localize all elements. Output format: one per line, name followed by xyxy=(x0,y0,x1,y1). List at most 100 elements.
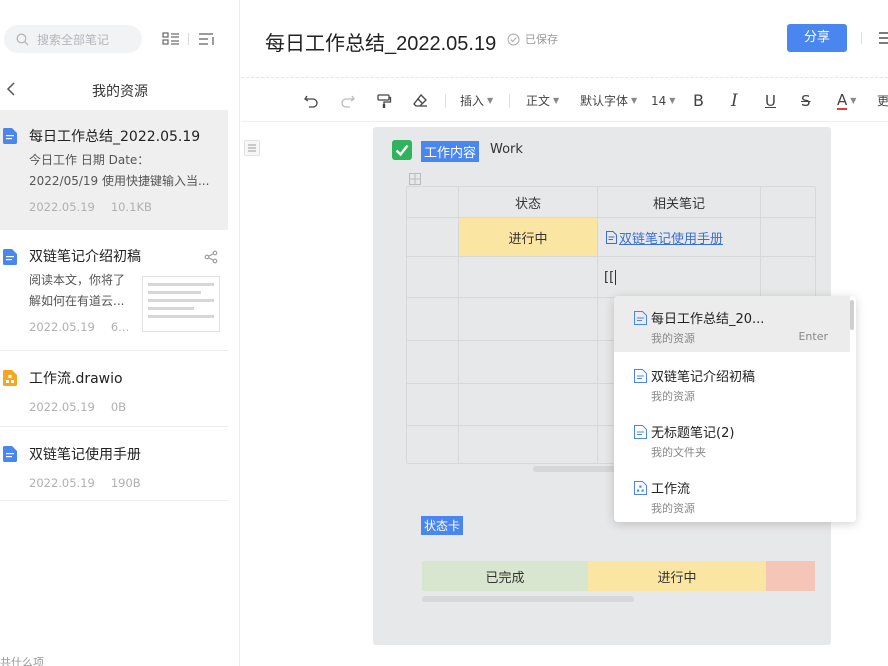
suggestion-item[interactable]: 双链笔记介绍初稿 我的资源 xyxy=(614,354,850,410)
table-cell[interactable] xyxy=(459,426,598,464)
suggestion-item[interactable]: 工作流 我的资源 xyxy=(614,466,850,522)
note-doc-icon xyxy=(634,310,647,325)
share-icon[interactable] xyxy=(204,250,218,264)
table-handle-icon[interactable] xyxy=(409,173,421,185)
caret-down-icon: ▼ xyxy=(487,96,494,105)
file-desc-line1: 今日工作 日期 Date： xyxy=(29,153,150,167)
drawio-doc-icon xyxy=(634,480,647,495)
note-file-icon xyxy=(3,249,17,265)
underline-label: U xyxy=(765,91,776,110)
redo-button[interactable] xyxy=(340,78,356,123)
file-desc-line2: 2022/05/19 使用快捷键输入当... xyxy=(29,174,210,188)
status-in-progress-label: 进行中 xyxy=(508,231,548,247)
table-cell[interactable] xyxy=(407,426,459,464)
doc-link-icon xyxy=(606,230,617,244)
table-cell[interactable] xyxy=(407,187,459,218)
insert-dropdown[interactable]: 插入 ▼ xyxy=(460,78,493,123)
note-link[interactable]: 双链笔记使用手册 xyxy=(598,218,761,257)
link-suggestion-popup: 每日工作总结_20... 我的资源 Enter 双链笔记介绍初稿 我的资源 无标… xyxy=(614,296,856,522)
suggestion-location: 我的资源 xyxy=(651,332,695,345)
more-button[interactable]: 更 xyxy=(877,78,888,123)
document-header: 每日工作总结_2022.05.19 已保存 分享 xyxy=(241,0,888,77)
file-date: 2022.05.19 xyxy=(29,320,95,334)
file-size: 6... xyxy=(110,320,130,334)
heading-highlight[interactable]: 工作内容 xyxy=(421,141,480,162)
more-label: 更 xyxy=(877,94,888,108)
file-date: 2022.05.19 xyxy=(29,476,95,490)
item-count: 共什么项 xyxy=(0,656,44,666)
table-cell[interactable] xyxy=(761,187,816,218)
status-scrollbar[interactable] xyxy=(422,596,634,602)
eraser-icon xyxy=(413,93,427,107)
header-divider xyxy=(861,32,862,44)
status-cell-in-progress[interactable]: 进行中 xyxy=(459,218,598,257)
search-placeholder: 搜索全部笔记 xyxy=(37,32,110,47)
italic-button[interactable]: I xyxy=(731,78,738,123)
table-cell[interactable] xyxy=(459,341,598,384)
status-card-label[interactable]: 状态卡 xyxy=(421,516,464,535)
suggestion-item[interactable]: 每日工作总结_20... 我的资源 Enter xyxy=(614,296,850,352)
checkbox-checked[interactable] xyxy=(392,140,412,160)
bold-label: B xyxy=(693,91,704,110)
typing-text: [[ xyxy=(604,269,615,285)
clear-format-button[interactable] xyxy=(412,78,428,123)
file-item[interactable]: 工作流.drawio 2022.05.19 0B xyxy=(0,360,228,426)
table-cell[interactable] xyxy=(407,384,459,426)
table-header-notes[interactable]: 相关笔记 xyxy=(598,187,761,218)
sort-icon[interactable] xyxy=(198,31,216,47)
bold-button[interactable]: B xyxy=(693,78,704,123)
status-blocked[interactable] xyxy=(766,561,815,591)
file-title: 双链笔记使用手册 xyxy=(29,447,141,463)
table-cell[interactable] xyxy=(761,257,816,298)
table-cell[interactable] xyxy=(459,384,598,426)
font-size-dropdown[interactable]: 14 ▼ xyxy=(651,78,675,123)
suggestion-title: 每日工作总结_20... xyxy=(651,312,765,327)
note-thumbnail xyxy=(142,276,220,332)
status-in-progress[interactable]: 进行中 xyxy=(588,561,766,591)
toolbar-divider xyxy=(445,94,446,108)
table-cell[interactable] xyxy=(459,257,598,298)
file-title: 双链笔记介绍初稿 xyxy=(29,249,141,265)
table-cell[interactable] xyxy=(407,341,459,384)
paragraph-style-dropdown[interactable]: 正文 ▼ xyxy=(526,78,559,123)
text-cursor xyxy=(615,269,617,285)
share-button[interactable]: 分享 xyxy=(787,24,847,52)
document-title[interactable]: 每日工作总结_2022.05.19 xyxy=(265,27,496,56)
font-size-label: 14 xyxy=(651,93,667,108)
table-cell[interactable] xyxy=(407,298,459,341)
table-cell[interactable] xyxy=(761,218,816,257)
file-size: 190B xyxy=(110,476,141,490)
note-file-icon xyxy=(3,446,17,462)
table-cell[interactable] xyxy=(407,257,459,298)
status-done[interactable]: 已完成 xyxy=(422,561,588,591)
table-cell-editing[interactable]: [[ xyxy=(598,257,761,298)
underline-button[interactable]: U xyxy=(765,78,776,123)
strikethrough-button[interactable]: S xyxy=(801,78,811,123)
search-input[interactable]: 搜索全部笔记 xyxy=(4,25,142,53)
text-color-dropdown[interactable]: A ▼ xyxy=(837,78,856,123)
popup-scrollbar[interactable] xyxy=(850,300,854,330)
table-cell[interactable] xyxy=(407,218,459,257)
suggestion-item[interactable]: 无标题笔记(2) 我的文件夹 xyxy=(614,410,850,466)
file-size: 10.1KB xyxy=(110,200,152,214)
suggestion-location: 我的资源 xyxy=(651,502,695,515)
text-color-label: A xyxy=(837,90,848,110)
outline-icon[interactable] xyxy=(244,140,260,156)
font-family-dropdown[interactable]: 默认字体 ▼ xyxy=(580,78,637,123)
list-view-icon[interactable] xyxy=(162,31,180,47)
note-doc-icon xyxy=(634,424,647,439)
note-file-icon xyxy=(3,128,17,144)
file-item[interactable]: 每日工作总结_2022.05.19 今日工作 日期 Date： 2022/05/… xyxy=(0,110,228,230)
file-date: 2022.05.19 xyxy=(29,400,95,414)
insert-label: 插入 xyxy=(460,94,485,108)
heading-text[interactable]: Work xyxy=(490,142,523,157)
format-toolbar: 插入 ▼ 正文 ▼ 默认字体 ▼ 14 ▼ B I U S A ▼ 更 xyxy=(241,77,888,122)
format-painter-button[interactable] xyxy=(376,78,392,123)
menu-icon[interactable] xyxy=(879,30,888,46)
undo-button[interactable] xyxy=(303,78,319,123)
folder-title: 我的资源 xyxy=(92,84,148,100)
table-cell[interactable] xyxy=(459,298,598,341)
file-title: 工作流.drawio xyxy=(29,371,123,387)
table-header-status[interactable]: 状态 xyxy=(459,187,598,218)
file-item[interactable]: 双链笔记使用手册 2022.05.19 190B xyxy=(0,436,228,502)
